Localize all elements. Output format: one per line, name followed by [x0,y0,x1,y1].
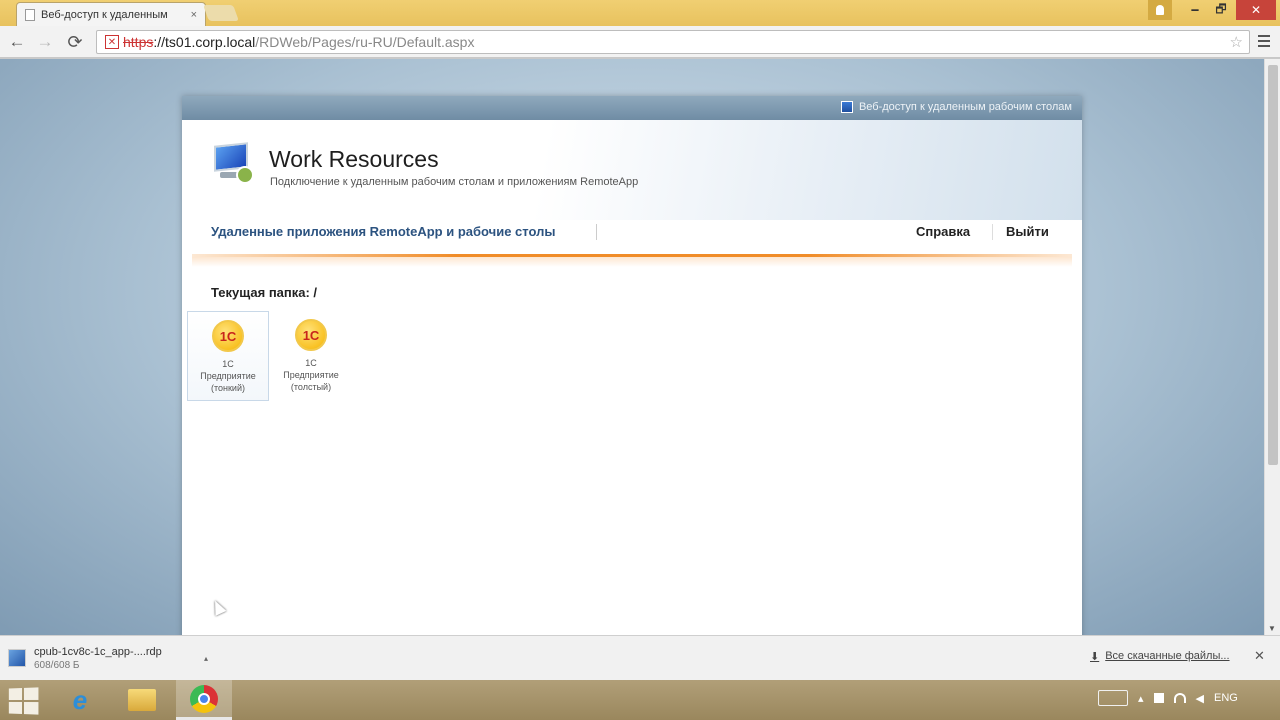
language-indicator[interactable]: ENG [1214,692,1238,704]
help-link[interactable]: Справка [916,224,970,239]
close-shelf-icon[interactable]: ✕ [1254,648,1265,664]
url-scheme: https [123,34,154,50]
menu-icon-bar [1258,45,1270,47]
rdp-file-icon [8,649,26,667]
menu-icon-bar [1258,35,1270,37]
app-badge-icon [236,166,254,184]
all-downloads-link[interactable]: ⬇ Все скачанные файлы... [1090,650,1230,663]
internet-explorer-icon[interactable]: e [52,680,108,720]
speaker-icon[interactable]: ◀ [1196,692,1204,705]
app-label-line: (толстый) [290,382,332,392]
download-info: cpub-1cv8c-1c_app-....rdp 608/608 Б [34,646,162,671]
1c-icon: 1С [212,320,244,352]
nav-remoteapp-link[interactable]: Удаленные приложения RemoteApp и рабочие… [211,224,555,239]
touch-keyboard-icon[interactable] [1098,690,1128,706]
close-window-button[interactable]: ✕ [1236,0,1276,20]
reload-button[interactable]: ⟳ [64,31,86,53]
forward-button[interactable]: → [34,31,56,53]
menu-icon-bar [1258,40,1270,42]
file-explorer-icon[interactable] [114,680,170,720]
folder-glyph [128,689,156,711]
app-tile-1c-thin[interactable]: 1С 1С Предприятие (тонкий) [187,311,269,401]
new-tab-button[interactable] [203,5,239,21]
app-label-line: Предприятие [283,370,339,380]
all-downloads-label: Все скачанные файлы... [1105,650,1230,662]
nav-divider [596,224,597,240]
url-host: ://ts01.corp.local [153,34,256,50]
app-label-line: (тонкий) [211,383,245,393]
rdweb-panel: Веб-доступ к удаленным рабочим столам Wo… [182,96,1082,635]
bookmark-star-icon[interactable]: ☆ [1230,33,1243,51]
windows-logo-pane [8,688,23,701]
maximize-button[interactable]: 🗗 [1208,0,1234,20]
download-item[interactable]: cpub-1cv8c-1c_app-....rdp 608/608 Б ▴ [8,640,208,676]
topbar-caption: Веб-доступ к удаленным рабочим столам [840,101,1072,113]
nav-divider [992,224,993,240]
chrome-glyph [190,684,218,713]
page-icon [25,8,35,21]
app-label: 1С Предприятие (тонкий) [200,358,255,394]
app-label-line: 1С [305,358,317,368]
download-menu-caret-icon[interactable]: ▴ [204,654,208,663]
back-button[interactable]: ← [6,31,28,53]
panel-header: Work Resources Подключение к удаленным р… [182,120,1082,220]
windows-taskbar: e ▴ ◀ ENG [0,680,1280,720]
show-hidden-icons-icon[interactable]: ▴ [1138,692,1144,705]
orange-glow [192,257,1072,267]
insecure-lock-icon[interactable]: ✕ [105,35,119,49]
windows-logo-pane [8,701,23,714]
download-arrow-icon: ⬇ [1090,651,1100,663]
page-title: Work Resources [269,146,439,172]
scroll-down-icon[interactable]: ▼ [1268,624,1276,633]
browser-toolbar: ← → ⟳ ✕ https ://ts01.corp.local /RDWeb/… [0,26,1280,58]
windows-logo-pane [23,702,39,715]
windows-logo-pane [23,687,39,700]
app-tile-1c-thick[interactable]: 1С 1С Предприятие (толстый) [270,311,352,401]
remote-desktop-logo-icon [210,142,258,184]
address-bar[interactable]: ✕ https ://ts01.corp.local /RDWeb/Pages/… [96,30,1250,54]
mouse-cursor-icon [209,598,227,616]
logout-link[interactable]: Выйти [1006,224,1049,239]
remote-desktop-icon [840,101,853,113]
download-size: 608/608 Б [34,659,80,671]
download-filename: cpub-1cv8c-1c_app-....rdp [34,645,162,658]
1c-icon: 1С [295,319,327,351]
browser-tab[interactable]: Веб-доступ к удаленным × [16,2,206,26]
user-icon[interactable] [1148,0,1172,20]
download-shelf: cpub-1cv8c-1c_app-....rdp 608/608 Б ▴ ⬇ … [0,635,1280,680]
page-scrollbar[interactable]: ▼ [1264,59,1280,635]
page-viewport: Веб-доступ к удаленным рабочим столам Wo… [0,59,1264,635]
chrome-icon[interactable] [176,680,232,720]
browser-menu-button[interactable] [1254,30,1274,52]
network-icon[interactable] [1173,693,1186,703]
scrollbar-thumb[interactable] [1268,65,1278,465]
start-button[interactable] [8,687,39,715]
browser-titlebar: Веб-доступ к удаленным × 🗕 🗗 ✕ [0,0,1280,26]
action-center-icon[interactable] [1153,693,1164,703]
ie-glyph: e [72,684,88,715]
current-folder-label: Текущая папка: / [211,285,318,300]
tab-close-icon[interactable]: × [191,9,197,21]
tab-title: Веб-доступ к удаленным [41,8,168,21]
topbar-text: Веб-доступ к удаленным рабочим столам [858,101,1072,113]
panel-topbar: Веб-доступ к удаленным рабочим столам [182,96,1082,120]
page-subtitle: Подключение к удаленным рабочим столам и… [270,176,639,188]
app-label-line: 1С [222,359,234,369]
url-path: /RDWeb/Pages/ru-RU/Default.aspx [255,34,475,50]
system-tray: ▴ ◀ ENG [1098,690,1238,706]
minimize-button[interactable]: 🗕 [1182,0,1208,20]
app-label: 1С Предприятие (толстый) [283,357,338,393]
app-label-line: Предприятие [200,371,256,381]
